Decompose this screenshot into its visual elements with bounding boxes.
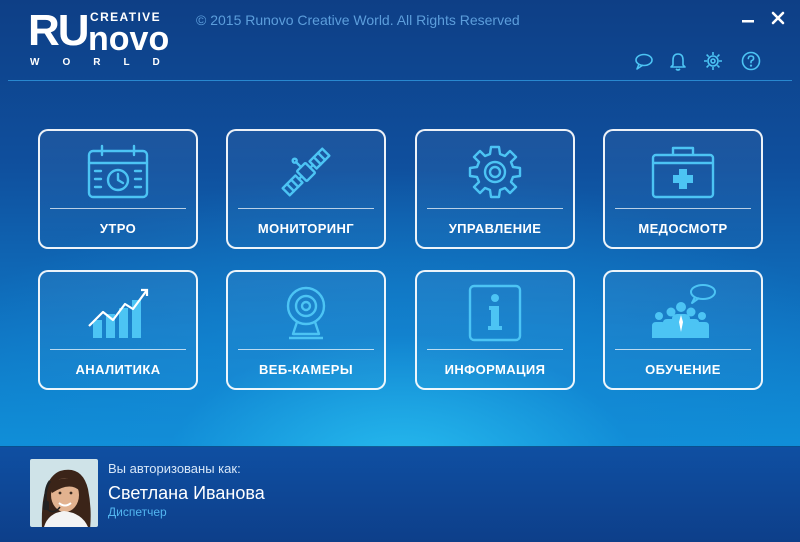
tile-label: ВЕБ-КАМЕРЫ — [259, 362, 353, 377]
tile-separator — [615, 349, 751, 350]
tile-label: ОБУЧЕНИЕ — [645, 362, 721, 377]
gear-icon — [468, 145, 522, 199]
user-info-panel: Вы авторизованы как: Светлана Иванова Ди… — [0, 447, 800, 542]
logo-novo-text: novo — [88, 20, 170, 58]
tile-label: УТРО — [99, 221, 137, 236]
tile-separator — [50, 208, 186, 209]
bell-icon — [670, 53, 686, 71]
tile-training[interactable]: ОБУЧЕНИЕ — [603, 270, 763, 390]
team-training-icon — [652, 284, 716, 338]
tile-separator — [50, 349, 186, 350]
gear-icon — [704, 52, 722, 70]
tile-separator — [238, 349, 374, 350]
auth-label: Вы авторизованы как: — [108, 461, 241, 476]
tile-label: АНАЛИТИКА — [75, 362, 161, 377]
tile-analytics[interactable]: АНАЛИТИКА — [38, 270, 198, 390]
help-icon — [741, 51, 761, 71]
calendar-clock-icon — [87, 144, 149, 199]
tile-monitoring[interactable]: МОНИТОРИНГ — [226, 129, 386, 249]
app-window: RU CREATIVE novo WORLD © 2015 Runovo Cre… — [0, 0, 800, 542]
settings-button[interactable] — [702, 50, 724, 72]
user-role: Диспетчер — [108, 505, 167, 519]
medical-kit-icon — [651, 146, 715, 199]
close-icon — [771, 11, 785, 25]
logo-world-text: WORLD — [30, 57, 183, 68]
tile-separator — [615, 208, 751, 209]
minimize-button[interactable] — [738, 8, 758, 28]
satellite-icon — [281, 147, 331, 197]
bar-chart-icon — [88, 288, 149, 338]
minimize-icon — [742, 20, 754, 23]
info-icon — [468, 284, 522, 342]
tile-label: МОНИТОРИНГ — [257, 221, 355, 236]
logo-ru-text: RU — [28, 6, 90, 55]
tile-management[interactable]: УПРАВЛЕНИЕ — [415, 129, 575, 249]
header: RU CREATIVE novo WORLD © 2015 Runovo Cre… — [0, 0, 800, 82]
tile-label: ИНФОРМАЦИЯ — [444, 362, 546, 377]
webcam-icon — [286, 286, 326, 340]
tile-information[interactable]: ИНФОРМАЦИЯ — [415, 270, 575, 390]
tile-separator — [427, 349, 563, 350]
notifications-button[interactable] — [667, 50, 689, 72]
avatar — [30, 459, 98, 527]
copyright-text: © 2015 Runovo Creative World. All Rights… — [196, 12, 520, 28]
chat-icon — [635, 53, 653, 70]
tile-morning[interactable]: УТРО — [38, 129, 198, 249]
runovo-logo: RU CREATIVE novo WORLD — [28, 7, 183, 69]
chat-button[interactable] — [633, 50, 655, 72]
close-button[interactable] — [768, 8, 788, 28]
user-name: Светлана Иванова — [108, 483, 265, 503]
tile-webcams[interactable]: ВЕБ-КАМЕРЫ — [226, 270, 386, 390]
tile-separator — [238, 208, 374, 209]
tile-medical-exam[interactable]: МЕДОСМОТР — [603, 129, 763, 249]
help-button[interactable] — [740, 50, 762, 72]
user-avatar-image — [30, 459, 98, 527]
tile-label: УПРАВЛЕНИЕ — [448, 221, 542, 236]
tile-separator — [427, 208, 563, 209]
header-divider — [8, 80, 792, 81]
tile-label: МЕДОСМОТР — [638, 221, 728, 236]
